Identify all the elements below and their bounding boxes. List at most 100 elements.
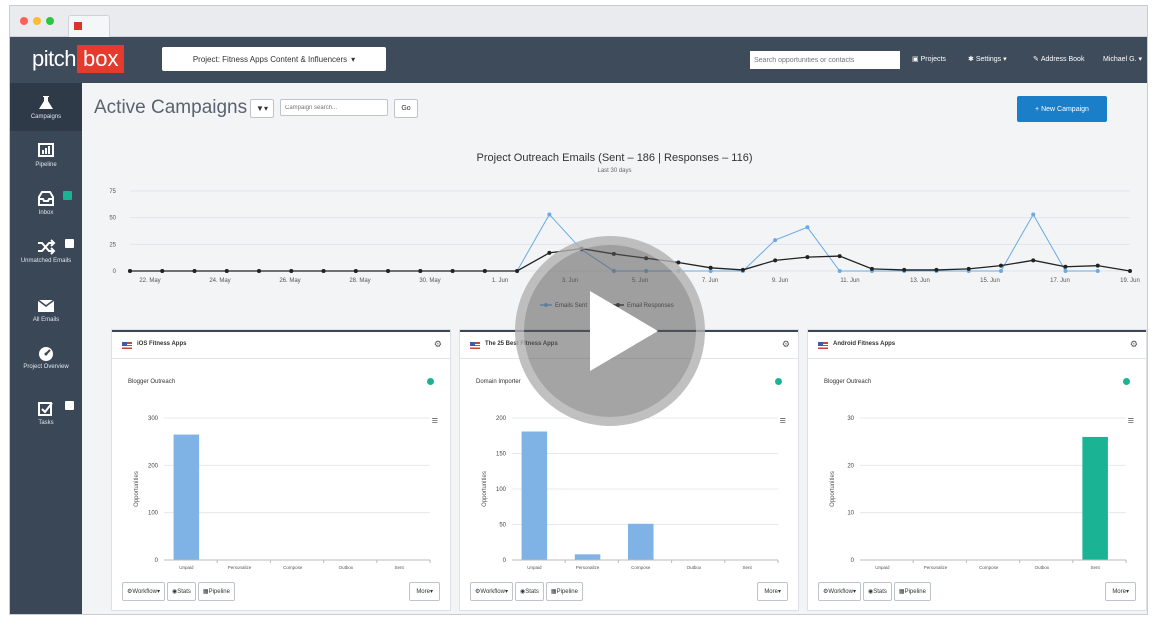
project-selector[interactable]: Project: Fitness Apps Content & Influenc… <box>162 47 386 71</box>
caret-down-icon: ▾ <box>852 589 856 595</box>
browser-chrome <box>10 6 1147 37</box>
pipeline-button[interactable]: ▦ Pipeline <box>197 582 235 601</box>
y-tick-label: 200 <box>148 463 159 469</box>
data-point <box>1128 269 1132 273</box>
stats-label: Stats <box>873 588 887 595</box>
campaign-search-input[interactable] <box>280 99 388 116</box>
gear-icon: ✱ <box>968 56 974 63</box>
caret-down-icon: ▾ <box>1003 56 1007 63</box>
x-tick-label: Sent <box>743 565 753 570</box>
top-navbar: pitch box Project: Fitness Apps Content &… <box>10 37 1147 83</box>
stats-button[interactable]: ◉ Stats <box>514 582 544 601</box>
new-campaign-button[interactable]: + New Campaign <box>1017 96 1107 122</box>
app-window: pitch box Project: Fitness Apps Content &… <box>10 6 1147 614</box>
inbox-badge <box>63 191 72 200</box>
sidebar-item-project-overview[interactable]: Project Overview <box>10 345 82 371</box>
address-book-link[interactable]: ✎ Address Book <box>1033 55 1084 64</box>
sidebar-item-all-emails[interactable]: All Emails <box>10 298 82 324</box>
gear-icon[interactable]: ⚙ <box>782 339 790 350</box>
pitchbox-logo[interactable]: pitch box <box>32 45 125 73</box>
checkbox-icon <box>38 402 53 416</box>
video-play-button[interactable] <box>515 236 705 426</box>
minimize-window-dot[interactable] <box>33 17 41 25</box>
gear-icon[interactable]: ⚙ <box>1130 339 1138 350</box>
sidebar-item-campaigns[interactable]: Campaigns <box>10 83 82 131</box>
workflow-button[interactable]: ⚙ Workflow ▾ <box>818 582 861 601</box>
y-tick-label: 50 <box>499 523 506 529</box>
bar <box>574 554 601 560</box>
close-window-dot[interactable] <box>20 17 28 25</box>
data-point <box>837 254 842 259</box>
stats-label: Stats <box>525 588 539 595</box>
more-button[interactable]: More ▾ <box>409 582 440 601</box>
panel-title[interactable]: Android Fitness Apps <box>833 341 895 347</box>
more-button[interactable]: More ▾ <box>757 582 788 601</box>
bar <box>173 434 200 560</box>
panel-footer-buttons: ⚙ Workflow ▾ ◉ Stats ▦ Pipeline <box>818 582 931 601</box>
x-tick-label: Outbox <box>687 565 702 570</box>
y-tick-label: 200 <box>496 416 507 422</box>
projects-link[interactable]: ▣ Projects <box>912 55 946 64</box>
data-point <box>321 269 326 273</box>
x-tick-label: Unpaid <box>527 565 542 570</box>
data-point <box>869 266 874 271</box>
gear-icon[interactable]: ⚙ <box>434 339 442 350</box>
more-button[interactable]: More ▾ <box>1105 582 1136 601</box>
data-point <box>1063 269 1068 273</box>
data-point <box>192 269 197 273</box>
workflow-button[interactable]: ⚙ Workflow ▾ <box>122 582 165 601</box>
status-dot <box>427 378 434 385</box>
y-axis-label: Opportunities <box>134 471 140 507</box>
data-point <box>902 267 907 272</box>
user-menu[interactable]: Michael G. ▾ <box>1103 55 1142 64</box>
tasks-badge <box>65 401 74 410</box>
address-book-icon: ✎ <box>1033 56 1039 63</box>
outreach-chart-title: Project Outreach Emails (Sent – 186 | Re… <box>476 152 753 164</box>
flask-icon <box>39 96 53 109</box>
y-tick-label: 100 <box>496 487 507 493</box>
sidebar-item-label: Pipeline <box>35 162 57 168</box>
panel-subtitle: Blogger Outreach <box>824 379 872 385</box>
y-tick-label: 10 <box>847 511 854 517</box>
data-point <box>998 263 1003 268</box>
data-point <box>515 269 520 273</box>
maximize-window-dot[interactable] <box>46 17 54 25</box>
pipeline-label: Pipeline <box>556 588 578 595</box>
x-tick-label: 9. Jun <box>772 278 788 284</box>
projects-label: Projects <box>920 55 946 63</box>
panel-header: Android Fitness Apps ⚙ <box>808 332 1146 359</box>
pipeline-button[interactable]: ▦ Pipeline <box>545 582 583 601</box>
browser-tab[interactable] <box>68 15 110 37</box>
x-tick-label: Unpaid <box>875 565 890 570</box>
caret-down-icon: ▾ <box>156 589 160 595</box>
panel-footer-buttons: ⚙ Workflow ▾ ◉ Stats ▦ Pipeline <box>470 582 583 601</box>
filter-button[interactable]: ▼▾ <box>250 99 274 118</box>
panel-bar-chart: 0 50 100 150 200 Opportunities Unpaid Personali… <box>482 416 779 570</box>
caret-down-icon: ▾ <box>504 589 508 595</box>
pipeline-label: Pipeline <box>208 588 230 595</box>
workflow-button[interactable]: ⚙ Workflow ▾ <box>470 582 513 601</box>
search-opportunities-input[interactable] <box>750 51 900 69</box>
data-point <box>418 269 423 273</box>
settings-menu[interactable]: ✱ Settings ▾ <box>968 55 1007 64</box>
us-flag-icon <box>818 342 828 349</box>
panel-title[interactable]: iOS Fitness Apps <box>137 341 186 347</box>
x-tick-label: 11. Jun <box>840 278 859 284</box>
data-point <box>1095 263 1100 268</box>
status-dot <box>775 378 782 385</box>
data-point <box>160 269 165 273</box>
pipeline-button[interactable]: ▦ Pipeline <box>893 582 931 601</box>
workflow-label: Workflow <box>828 588 853 595</box>
stats-button[interactable]: ◉ Stats <box>862 582 892 601</box>
data-point <box>740 267 745 272</box>
more-label: More <box>764 588 778 595</box>
data-point <box>1095 269 1100 273</box>
stats-button[interactable]: ◉ Stats <box>166 582 196 601</box>
bar <box>627 523 654 560</box>
panel-subtitle: Domain Importer <box>476 379 521 385</box>
x-tick-label: Outbox <box>339 565 354 570</box>
go-button[interactable]: Go <box>394 99 418 118</box>
sidebar-item-pipeline[interactable]: Pipeline <box>10 143 82 169</box>
x-tick-label: 13. Jun <box>910 278 930 284</box>
dashboard-icon <box>39 347 53 361</box>
